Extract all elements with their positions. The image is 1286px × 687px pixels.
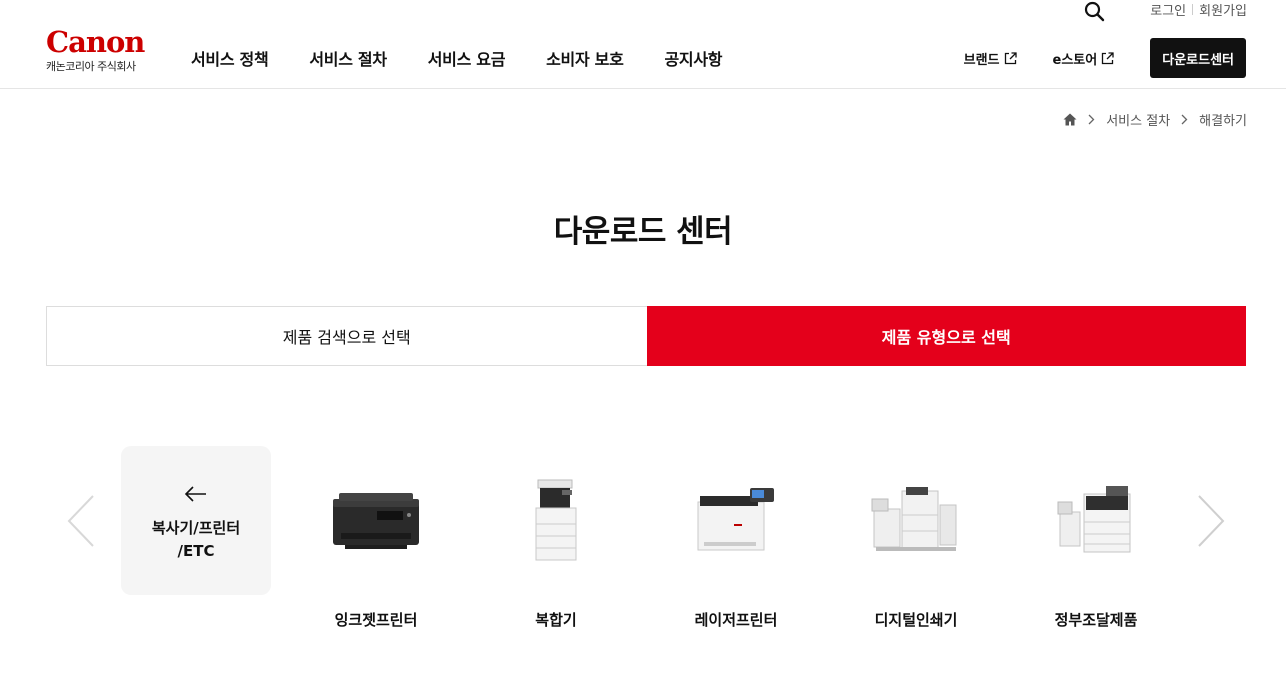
laser-printer-icon [646,470,826,570]
carousel-next-icon[interactable] [1196,494,1226,548]
search-icon[interactable] [1083,0,1105,22]
header-actions: 브랜드 e스토어 다운로드센터 [964,38,1246,78]
util-links: 로그인 회원가입 [1150,0,1247,19]
tab-search-by-product[interactable]: 제품 검색으로 선택 [46,306,647,366]
product-type-label: 레이저프린터 [694,611,778,629]
product-type-label: 잉크젯프린터 [334,611,418,629]
back-label-line2: /ETC [177,542,215,560]
nav-notice[interactable]: 공지사항 [665,46,723,70]
product-type-label: 정부조달제품 [1054,611,1138,629]
product-type-laser[interactable]: 레이저프린터 [646,470,826,640]
brand-link[interactable]: 브랜드 [964,49,1017,68]
product-type-label: 복합기 [535,611,577,629]
chevron-right-icon [1181,114,1188,125]
page-title: 다운로드 센터 [553,214,733,250]
inkjet-printer-icon [286,470,466,570]
nav-service-fee[interactable]: 서비스 요금 [428,46,506,70]
product-type-label: 디지털인쇄기 [874,611,958,629]
estore-link-label: e스토어 [1052,52,1098,68]
carousel-prev-icon[interactable] [66,494,96,548]
nav-service-procedure[interactable]: 서비스 절차 [309,46,387,70]
breadcrumb-item-solve[interactable]: 해결하기 [1199,110,1247,129]
logo-wordmark: Canon [46,25,145,59]
main-nav: 서비스 정책 서비스 절차 서비스 요금 소비자 보호 공지사항 [191,46,763,70]
nav-consumer-protection[interactable]: 소비자 보호 [546,46,624,70]
category-back-label: 복사기/프린터 /ETC [121,517,271,563]
estore-link[interactable]: e스토어 [1053,49,1115,68]
canon-logo[interactable]: Canon 캐논코리아 주식회사 [46,28,160,74]
download-center-button[interactable]: 다운로드센터 [1150,38,1246,78]
product-type-digital-press[interactable]: 디지털인쇄기 [826,470,1006,640]
selection-tabs: 제품 검색으로 선택 제품 유형으로 선택 [46,306,1246,366]
category-back-button[interactable]: 복사기/프린터 /ETC [121,446,271,595]
login-link[interactable]: 로그인 [1150,0,1186,19]
product-type-mfp[interactable]: 복합기 [466,470,646,640]
nav-service-policy[interactable]: 서비스 정책 [191,46,269,70]
back-label-line1: 복사기/프린터 [151,519,241,537]
logo-subtitle: 캐논코리아 주식회사 [46,60,136,73]
home-icon[interactable] [1063,113,1077,126]
arrow-left-icon [184,486,206,502]
util-divider [1192,4,1194,15]
multifunction-printer-icon [466,470,646,570]
product-type-inkjet[interactable]: 잉크젯프린터 [286,470,466,640]
digital-press-icon [826,470,1006,570]
breadcrumb-item-procedure[interactable]: 서비스 절차 [1106,110,1170,129]
utility-bar: 로그인 회원가입 [0,0,1286,22]
external-link-icon [1004,51,1017,64]
chevron-right-icon [1088,114,1095,125]
signup-link[interactable]: 회원가입 [1199,0,1247,19]
header-divider [0,88,1286,89]
breadcrumb: 서비스 절차 해결하기 [1063,110,1247,129]
brand-link-label: 브랜드 [963,52,1000,68]
product-type-government[interactable]: 정부조달제품 [1006,470,1186,640]
government-procurement-icon [1006,470,1186,570]
tab-select-by-type[interactable]: 제품 유형으로 선택 [646,306,1246,366]
external-link-icon [1102,51,1114,64]
